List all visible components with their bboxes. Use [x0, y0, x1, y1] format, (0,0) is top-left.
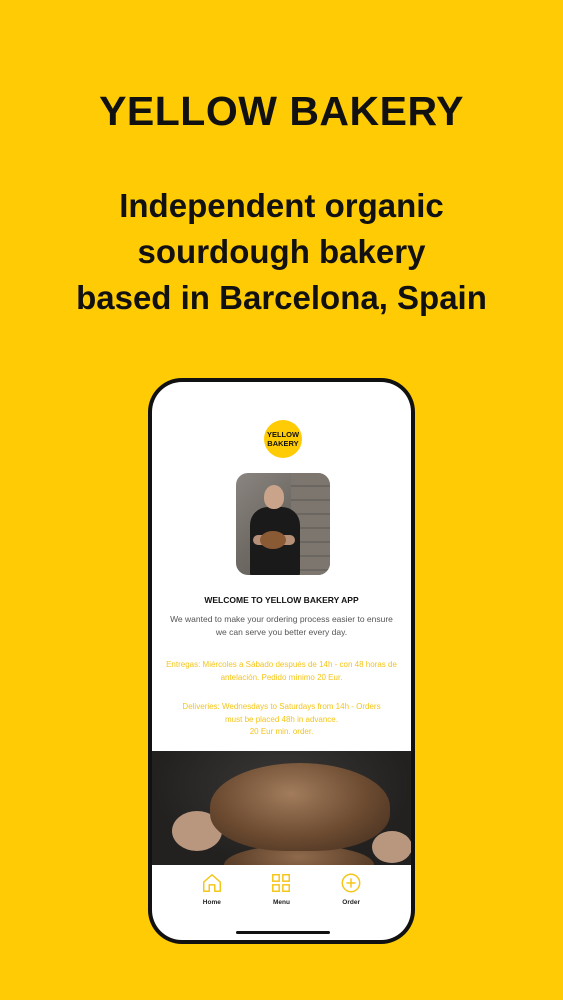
- baker-portrait-image: [236, 473, 330, 575]
- home-indicator: [236, 931, 330, 934]
- home-icon: [202, 874, 221, 892]
- delivery-info-line: must be placed 48h in advance.: [225, 714, 338, 724]
- phone-mockup: YELLOW BAKERY WELCOME TO YELLOW BAKERY A…: [148, 378, 415, 944]
- delivery-info-spanish: Entregas: Miércoles a Sábado después de …: [166, 660, 397, 682]
- tagline-line: based in Barcelona, Spain: [76, 279, 487, 316]
- app-screen: YELLOW BAKERY WELCOME TO YELLOW BAKERY A…: [152, 382, 411, 940]
- tab-home[interactable]: Home: [187, 872, 237, 932]
- grid-icon: [272, 874, 291, 892]
- tab-label: Menu: [272, 899, 290, 906]
- sourdough-bread-image: [152, 751, 411, 865]
- tagline-line: Independent organic: [119, 187, 444, 224]
- bottom-tab-bar: Home Menu Order: [152, 872, 411, 932]
- plus-circle-icon: [341, 873, 361, 893]
- brand-title: YELLOW BAKERY: [99, 88, 464, 134]
- logo-line: YELLOW: [266, 430, 300, 439]
- tagline: Independent organic sourdough bakery bas…: [40, 183, 523, 321]
- delivery-info-english: Deliveries: Wednesdays to Saturdays from…: [164, 701, 399, 739]
- welcome-title: WELCOME TO YELLOW BAKERY APP: [204, 595, 359, 605]
- tab-order[interactable]: Order: [326, 872, 376, 932]
- tab-label: Home: [202, 899, 221, 906]
- tab-menu[interactable]: Menu: [256, 872, 306, 932]
- welcome-text: We wanted to make your ordering process …: [170, 614, 393, 637]
- delivery-info-line: Deliveries: Wednesdays to Saturdays from…: [182, 702, 381, 711]
- logo-line: BAKERY: [267, 439, 299, 448]
- tab-label: Order: [342, 899, 360, 906]
- delivery-info-line: 20 Eur min. order.: [249, 727, 314, 736]
- tagline-line: sourdough bakery: [137, 233, 426, 270]
- app-logo: YELLOW BAKERY: [264, 420, 302, 458]
